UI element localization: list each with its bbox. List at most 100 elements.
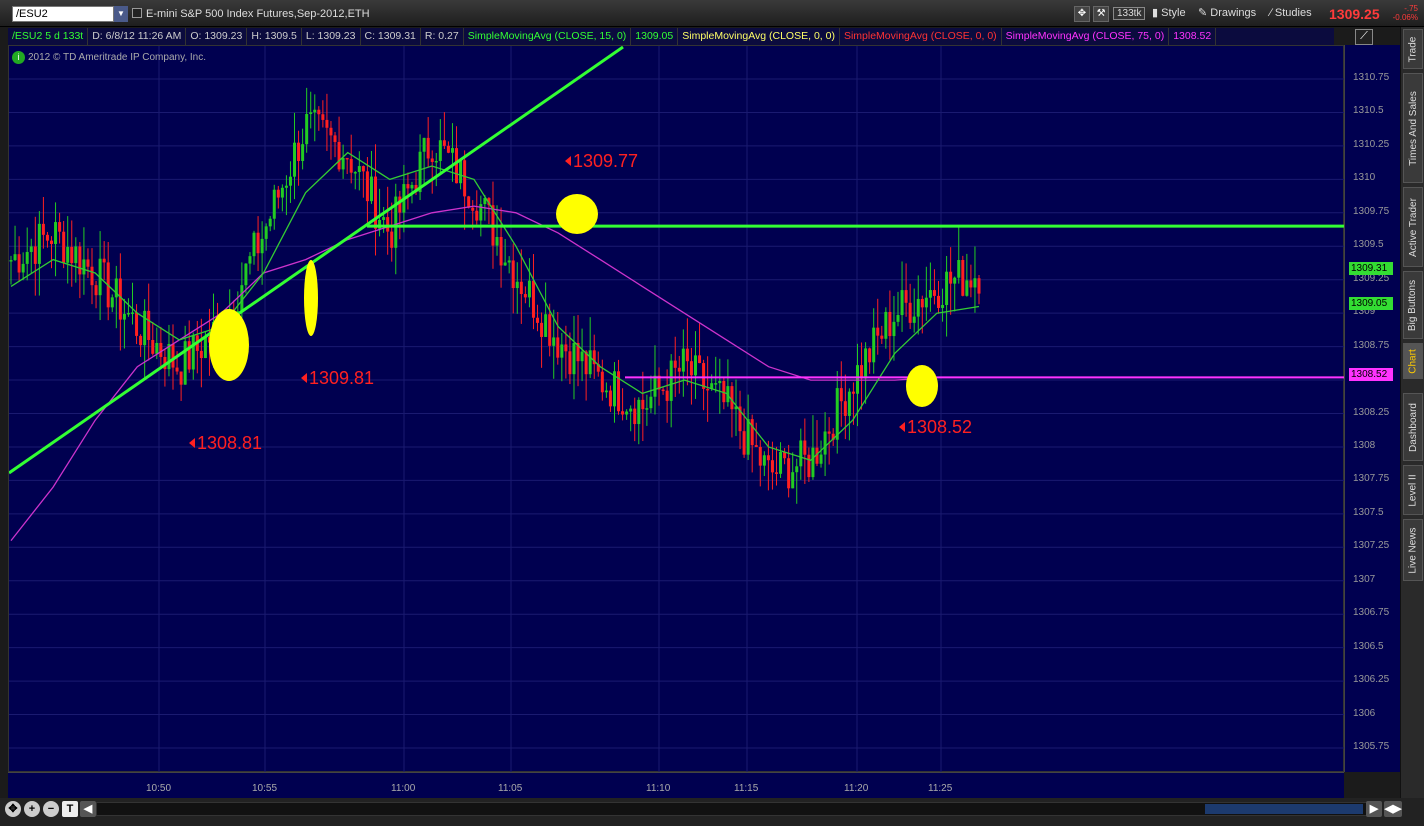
candle-down [932,290,936,296]
candle-up [82,259,86,275]
tab-trade-label: Trade [1407,36,1419,62]
candle-up [637,399,641,425]
price-tick-label: 1306.75 [1353,607,1390,619]
candle-down [540,322,544,337]
candle-up [588,350,592,375]
candle-down [633,408,637,425]
expand-icon[interactable]: ◀▶ [1384,801,1402,817]
sma75-line [10,205,979,542]
time-axis[interactable]: 10:50 10:55 11:00 11:05 11:10 11:15 11:20 11:25 [8,772,1344,798]
time-tick-label: 10:55 [252,783,278,794]
tab-dashboard[interactable]: Dashboard [1403,393,1423,461]
price-tick-label: 1306.5 [1353,640,1384,652]
zoom-in-icon[interactable]: + [24,801,40,817]
candle-down [888,311,892,337]
study-sma75-label[interactable]: SimpleMovingAvg (CLOSE, 75, 0) [1002,28,1170,45]
text-tool-icon[interactable]: T [62,801,78,817]
chart-status-bar: /ESU2 5 d 133t D: 6/8/12 11:26 AM O: 1309.… [8,28,1334,45]
candle-up [515,281,519,289]
scrollbar-thumb[interactable] [1205,804,1363,814]
study-sma75-value: 1308.52 [1169,28,1217,45]
candle-down [297,142,301,161]
price-tick-label: 1308.25 [1353,406,1390,418]
price-chart[interactable]: 1309.77 1309.81 1308.81 1308.52 [8,45,1345,773]
symbol-dropdown-icon[interactable]: ▼ [114,6,128,22]
time-tick-label: 11:25 [928,783,953,794]
candle-down [398,196,402,213]
highlight-ellipse [304,260,318,336]
tab-big-buttons-label: Big Buttons [1407,279,1419,331]
study-sma15-label[interactable]: SimpleMovingAvg (CLOSE, 15, 0) [464,28,632,45]
candle-up [900,290,904,316]
price-axis[interactable]: 1310.75 1310.5 1310.25 1310 1309.75 1309.5 130… [1344,29,1400,772]
candle-up [855,365,859,394]
candle-up [309,112,313,115]
tab-active-trader[interactable]: Active Trader [1403,187,1423,267]
chart-settings-icon[interactable]: ⟋ [1355,29,1373,45]
candle-down [175,367,179,372]
time-scrollbar[interactable] [96,802,1380,816]
candle-up [718,381,722,384]
price-tick-label: 1310 [1353,172,1376,184]
thinkorswim-chart-window: /ESU2 ▼ E-mini S&P 500 Index Futures,Sep… [0,0,1424,826]
tab-trade[interactable]: Trade [1403,29,1423,69]
time-tick-label: 11:05 [498,783,523,794]
crosshair-tool-icon[interactable]: ✥ [1074,6,1090,22]
link-checkbox[interactable] [132,8,142,18]
candle-down [661,389,665,392]
candle-up [653,375,657,397]
candle-down [151,339,155,354]
zoom-out-icon[interactable]: − [43,801,59,817]
candle-down [118,278,122,320]
tab-live-news[interactable]: Live News [1403,519,1423,581]
scroll-left-icon[interactable]: ◀ [80,801,96,817]
style-menu[interactable]: ▮ Style [1152,5,1186,22]
candle-down [868,348,872,363]
candle-down [511,260,515,289]
candle-up [288,176,292,186]
candle-up [191,335,195,370]
study-sma0-red-label[interactable]: SimpleMovingAvg (CLOSE, 0, 0) [840,28,1002,45]
sma75-badge: 1308.52 [1349,368,1393,381]
candle-up [183,341,187,385]
candle-up [66,246,70,263]
candle-down [730,386,734,410]
price-tick-label: 1306 [1353,707,1376,719]
tab-big-buttons[interactable]: Big Buttons [1403,271,1423,339]
chart-canvas: 1309.77 1309.81 1308.81 1308.52 [8,45,1345,773]
candle-down [770,460,774,473]
time-tick-label: 11:15 [734,783,759,794]
candle-up [110,297,114,308]
candle-down [827,431,831,434]
candle-up [264,226,268,239]
pan-icon[interactable]: ✥ [5,801,21,817]
candle-down [564,344,568,352]
status-open: O: 1309.23 [186,28,248,45]
price-tick-label: 1307.75 [1353,473,1390,485]
status-symbol[interactable]: /ESU2 5 d 133t [8,28,89,45]
style-label: Style [1161,7,1186,19]
candle-down [673,360,677,368]
info-icon[interactable]: i [12,51,25,64]
candle-down [455,148,459,184]
drawings-menu[interactable]: ✎ Drawings [1198,5,1256,22]
candle-up [126,312,130,315]
tab-level-ii[interactable]: Level II [1403,465,1423,515]
tab-times-and-sales[interactable]: Times And Sales [1403,73,1423,183]
candle-down [386,217,390,232]
candle-up [369,176,373,202]
aggregation-badge[interactable]: 133tk [1113,7,1146,20]
candle-up [811,447,815,478]
candle-down [333,135,337,142]
candle-up [13,254,17,261]
symbol-input[interactable]: /ESU2 [12,6,114,22]
wrench-icon[interactable]: ⚒ [1093,6,1110,22]
tab-chart[interactable]: Chart [1403,343,1423,379]
scroll-right-icon[interactable]: ▶ [1366,801,1382,817]
candle-up [572,343,576,375]
study-sma0-yellow-label[interactable]: SimpleMovingAvg (CLOSE, 0, 0) [678,28,840,45]
candle-down [50,240,54,244]
studies-menu[interactable]: ∕ Studies [1270,5,1312,22]
candle-down [256,232,260,254]
candle-down [499,237,503,266]
